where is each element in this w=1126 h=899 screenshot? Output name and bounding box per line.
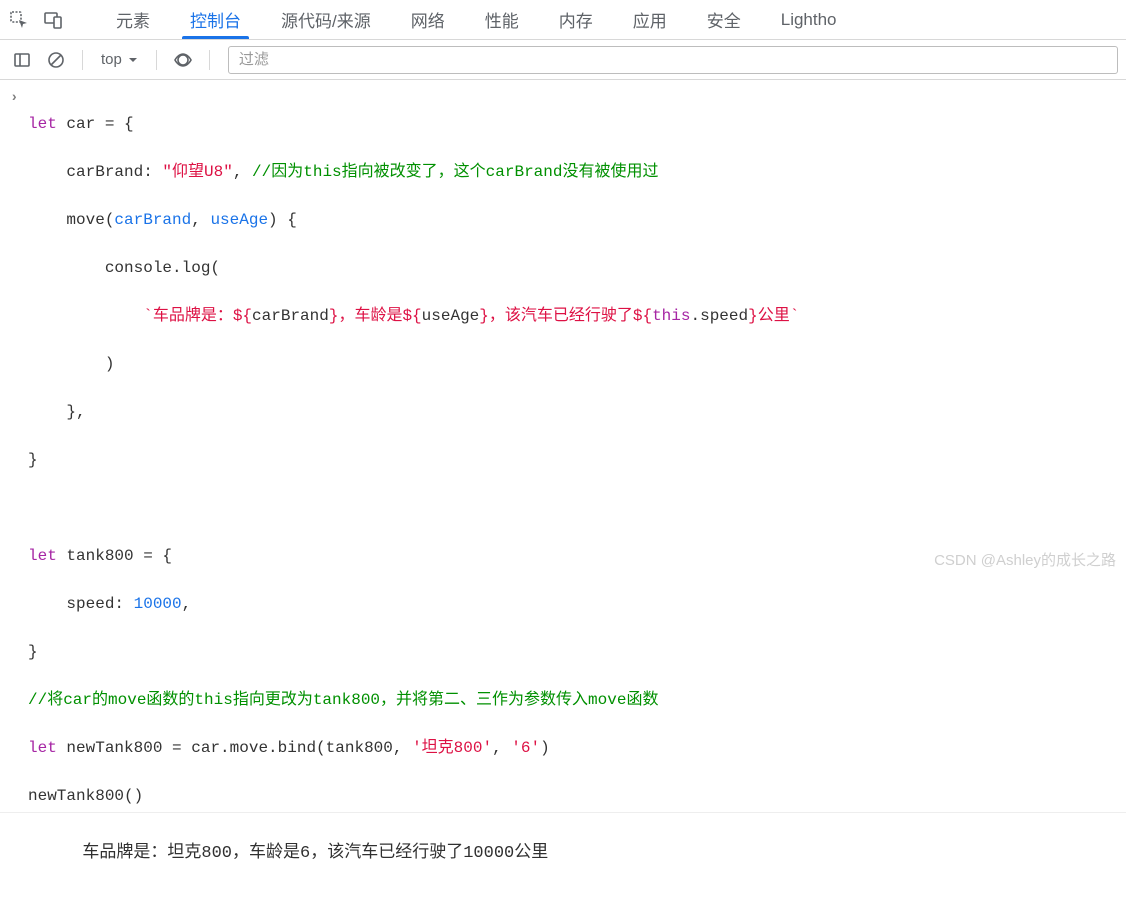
tab-console[interactable]: 控制台 bbox=[170, 0, 261, 39]
sidebar-toggle-icon[interactable] bbox=[8, 46, 36, 74]
filter-input[interactable] bbox=[228, 46, 1118, 74]
tab-security[interactable]: 安全 bbox=[687, 0, 761, 39]
tab-application[interactable]: 应用 bbox=[613, 0, 687, 39]
context-label: top bbox=[101, 51, 122, 68]
inspect-element-icon[interactable] bbox=[6, 7, 32, 33]
tab-sources[interactable]: 源代码/来源 bbox=[261, 0, 391, 39]
clear-console-icon[interactable] bbox=[42, 46, 70, 74]
toolbar-divider bbox=[156, 50, 157, 70]
tab-elements[interactable]: 元素 bbox=[96, 0, 170, 39]
devtools-tabs-bar: 元素 控制台 源代码/来源 网络 性能 内存 应用 安全 Lightho bbox=[0, 0, 1126, 40]
live-expression-icon[interactable] bbox=[169, 46, 197, 74]
tab-lighthouse[interactable]: Lightho bbox=[761, 0, 857, 39]
tab-network[interactable]: 网络 bbox=[391, 0, 465, 39]
tab-memory[interactable]: 内存 bbox=[539, 0, 613, 39]
toolbar-divider bbox=[82, 50, 83, 70]
console-input-entry[interactable]: let car = { carBrand: "仰望U8", //因为this指向… bbox=[0, 84, 1126, 812]
console-output-entry: 车品牌是：坦克800，车龄是6，该汽车已经行驶了10000公里 bbox=[0, 812, 1126, 895]
context-selector[interactable]: top bbox=[95, 51, 144, 68]
console-body: let car = { carBrand: "仰望U8", //因为this指向… bbox=[0, 80, 1126, 899]
console-output-text: 车品牌是：坦克800，车龄是6，该汽车已经行驶了10000公里 bbox=[82, 844, 548, 863]
tab-list: 元素 控制台 源代码/来源 网络 性能 内存 应用 安全 Lightho bbox=[96, 0, 857, 39]
tab-performance[interactable]: 性能 bbox=[465, 0, 539, 39]
toolbar-divider bbox=[209, 50, 210, 70]
console-toolbar: top bbox=[0, 40, 1126, 80]
chevron-down-icon bbox=[128, 55, 138, 65]
device-toggle-icon[interactable] bbox=[40, 7, 66, 33]
